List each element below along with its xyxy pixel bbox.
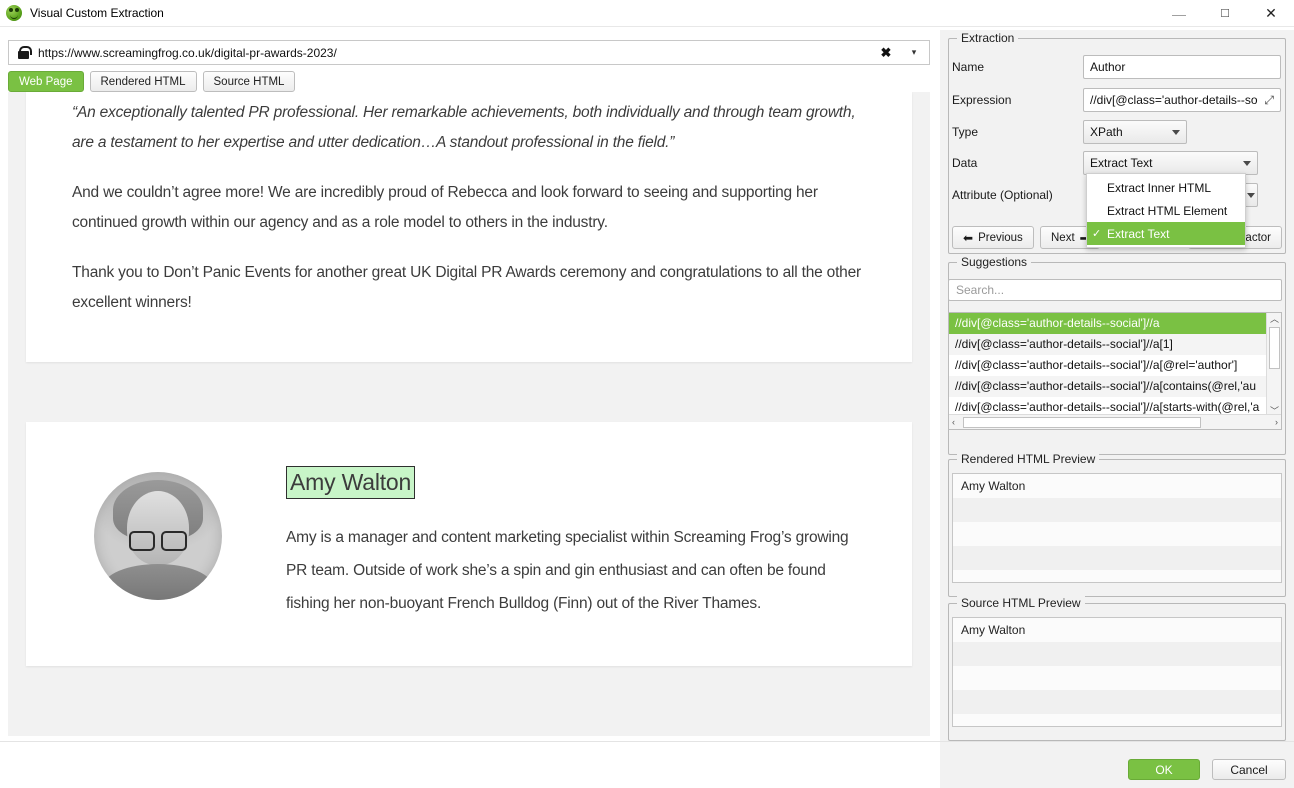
data-label: Data [952,156,978,170]
chevron-down-icon [1247,192,1255,198]
source-html-preview-table[interactable]: Amy Walton [952,617,1282,727]
table-row[interactable] [953,666,1281,690]
scrollbar-thumb-horizontal[interactable] [963,417,1201,428]
expression-input[interactable]: //div[@class='author-details--so ⤢ [1083,88,1281,112]
rendered-html-preview-table[interactable]: Amy Walton [952,473,1282,583]
view-tabs: Web Page Rendered HTML Source HTML [8,71,296,92]
expression-input-value: //div[@class='author-details--so [1090,93,1258,107]
menu-item-extract-inner-html[interactable]: Extract Inner HTML [1087,176,1245,199]
type-dropdown[interactable]: XPath [1083,120,1187,144]
list-item[interactable]: //div[@class='author-details--social']//… [949,313,1266,334]
url-text: https://www.screamingfrog.co.uk/digital-… [38,45,337,60]
ok-button[interactable]: OK [1128,759,1200,780]
article-paragraph-2: And we couldn’t agree more! We are incre… [72,184,818,231]
menu-item-extract-html-element[interactable]: Extract HTML Element [1087,199,1245,222]
avatar-glasses-icon [129,530,187,551]
tab-source-html[interactable]: Source HTML [202,71,296,92]
data-dropdown[interactable]: Extract Text [1083,151,1258,175]
author-bio-text: Amy is a manager and content marketing s… [286,529,849,612]
arrow-left-icon: ⬅ [963,230,974,245]
author-bio-card: Amy Walton Amy is a manager and content … [26,422,912,666]
clear-url-icon[interactable]: ✖ [873,45,899,61]
content-gap [8,362,930,422]
type-dropdown-value: XPath [1090,125,1123,139]
source-preview-title: Source HTML Preview [957,596,1085,610]
attribute-label: Attribute (Optional) [952,188,1053,202]
scroll-left-icon[interactable]: ‹ [952,417,955,427]
tab-rendered-html[interactable]: Rendered HTML [89,71,197,92]
chevron-down-icon [1243,160,1251,166]
author-name-highlighted[interactable]: Amy Walton [286,466,416,499]
expression-label: Expression [952,93,1012,107]
table-row[interactable]: Amy Walton [953,474,1281,498]
table-row[interactable]: Amy Walton [953,618,1281,642]
name-label: Name [952,60,985,74]
name-input[interactable]: Author [1083,55,1281,79]
suggestions-search-input[interactable]: Search... [948,279,1282,301]
list-item[interactable]: //div[@class='author-details--social']//… [949,334,1266,355]
minimize-button[interactable]: — [1156,0,1202,27]
screaming-frog-logo-icon [6,5,22,21]
scrollbar-thumb[interactable] [1269,327,1280,369]
next-button-label: Next [1051,231,1075,244]
expand-icon[interactable]: ⤢ [1264,93,1274,108]
suggestions-group-title: Suggestions [957,255,1032,269]
suggestions-vertical-scrollbar[interactable]: ︿ ﹀ [1266,313,1281,416]
footer-divider [0,741,1294,742]
list-item[interactable]: //div[@class='author-details--social']//… [949,376,1266,397]
cancel-button[interactable]: Cancel [1212,759,1286,780]
data-dropdown-menu[interactable]: Extract Inner HTML Extract HTML Element … [1086,173,1246,248]
table-row[interactable] [953,642,1281,666]
name-input-value: Author [1090,60,1126,74]
suggestions-list[interactable]: //div[@class='author-details--social']//… [948,312,1282,430]
table-row[interactable] [953,522,1281,546]
table-row[interactable] [953,546,1281,570]
padlock-icon [18,46,32,59]
chevron-down-icon[interactable]: ▾ [899,47,929,58]
maximize-button[interactable]: ☐ [1202,0,1248,27]
suggestions-horizontal-scrollbar[interactable]: ‹ › [949,414,1281,429]
author-bio-column: Amy Walton Amy is a manager and content … [286,466,866,620]
article-paragraph-3: Thank you to Don’t Panic Events for anot… [72,264,861,311]
previous-button[interactable]: ⬅ Previous [952,226,1034,249]
avatar-shoulders [103,564,213,600]
table-row[interactable] [953,570,1281,582]
scroll-right-icon[interactable]: › [1275,417,1278,427]
data-dropdown-value: Extract Text [1090,156,1153,170]
article-quote: “An exceptionally talented PR profession… [72,104,856,151]
table-row[interactable] [953,690,1281,714]
extraction-group-title: Extraction [957,31,1019,45]
rendered-preview-title: Rendered HTML Preview [957,452,1100,466]
table-row[interactable] [953,498,1281,522]
close-button[interactable]: ✕ [1248,0,1294,27]
window-title-bar: Visual Custom Extraction — ☐ ✕ [0,0,1294,27]
window-controls: — ☐ ✕ [1156,0,1294,27]
scroll-up-icon[interactable]: ︿ [1270,313,1279,325]
avatar [94,472,222,600]
suggestions-search-placeholder: Search... [956,283,1005,297]
address-bar[interactable]: https://www.screamingfrog.co.uk/digital-… [8,40,930,65]
menu-item-extract-text[interactable]: Extract Text [1087,222,1245,245]
type-label: Type [952,125,979,139]
article-content-card: “An exceptionally talented PR profession… [26,92,912,362]
list-item[interactable]: //div[@class='author-details--social']//… [949,355,1266,376]
web-page-viewport[interactable]: “An exceptionally talented PR profession… [8,92,930,736]
window-title: Visual Custom Extraction [30,6,164,20]
chevron-down-icon [1172,129,1180,135]
tab-web-page[interactable]: Web Page [8,71,84,92]
table-row[interactable] [953,714,1281,726]
avatar-face [127,491,189,566]
previous-button-label: Previous [978,231,1023,244]
